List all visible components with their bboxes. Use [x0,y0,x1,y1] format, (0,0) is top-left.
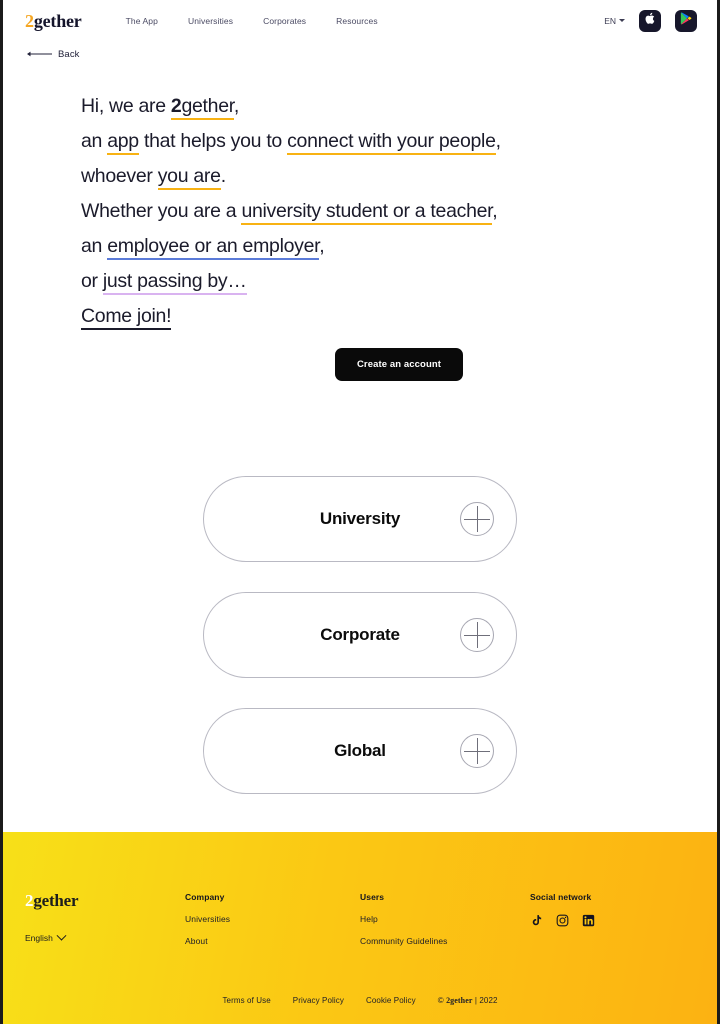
footer-column-heading: Company [185,892,225,902]
category-card-label: University [319,509,401,528]
copyright-suffix: | 2022 [472,995,498,1005]
instagram-icon[interactable] [556,914,569,927]
back-bar: Back [3,41,717,67]
hero-line-7: Come join! [81,299,717,334]
hero-line-3: whoever you are. [81,159,717,194]
category-card-label: Global [334,741,386,760]
nav-item-the-app[interactable]: The App [126,16,158,26]
hero-line-2: an app that helps you to connect with yo… [81,124,717,159]
hero-text-plain: or [81,270,103,292]
hero-text-plain: Whether you are a [81,200,242,222]
chevron-down-icon [619,19,625,22]
hero-text-plain: an [81,235,108,257]
hero-text-comma: , [233,95,239,117]
hero-highlight-university-student: university student or a teacher [241,200,493,225]
plus-icon[interactable] [460,618,494,652]
nav-item-corporates[interactable]: Corporates [263,16,306,26]
app-store-button[interactable] [639,9,661,32]
hero-highlight-passing-by: just passing by… [102,270,247,295]
plus-icon[interactable] [460,734,494,768]
nav-item-universities[interactable]: Universities [188,16,233,26]
page-root: 2gether The App Universities Corporates … [3,0,717,1024]
arrow-left-icon [25,50,53,58]
legal-link-terms-of-use[interactable]: Terms of Use [222,996,270,1005]
site-logo[interactable]: 2gether [25,12,82,30]
social-icon-row [530,914,690,927]
category-card-list: University Corporate Global [3,476,717,794]
plus-icon[interactable] [460,502,494,536]
create-account-button[interactable]: Create an account [334,348,464,381]
hero-text-plain: that helps you to [138,130,288,152]
footer-legal-bar: Terms of Use Privacy Policy Cookie Polic… [3,984,717,1024]
footer-column-users: Users Help Community Guidelines [360,892,530,984]
header-actions: EN [604,9,697,32]
hero-highlight-app: app [107,130,139,155]
hero-text-period: . [220,165,226,187]
footer-main: 2gether English Company Universities Abo… [3,832,717,984]
google-play-button[interactable] [675,9,697,32]
copyright-prefix: © [437,995,447,1005]
hero-text-plain: whoever [81,165,158,187]
footer-column-company: Company Universities About [185,892,360,984]
footer-column-heading: Social network [530,892,592,902]
category-card-university[interactable]: University [203,476,517,562]
hero-highlight-you-are: you are [157,165,221,190]
logo-word: gether [33,10,82,31]
footer-link-community-guidelines[interactable]: Community Guidelines [360,936,530,946]
hero-line-5: an employee or an employer, [81,229,717,264]
language-selector-label: EN [604,15,616,26]
footer-language-label: English [25,933,53,943]
linkedin-icon[interactable] [582,914,595,927]
footer-link-help[interactable]: Help [360,914,530,924]
back-button[interactable]: Back [25,49,80,60]
hero-text-plain: an [81,130,108,152]
hero-cta-wrap: Create an account [81,348,717,381]
hero-text-comma: , [495,130,501,152]
category-card-corporate[interactable]: Corporate [203,592,517,678]
nav-item-resources[interactable]: Resources [336,16,378,26]
category-card-global[interactable]: Global [203,708,517,794]
copyright-notice: © 2gether | 2022 [438,996,498,1005]
hero-section: Hi, we are 2gether, an app that helps yo… [3,67,717,381]
site-footer: 2gether English Company Universities Abo… [3,832,717,1024]
legal-link-cookie-policy[interactable]: Cookie Policy [366,996,416,1005]
footer-column-heading: Users [360,892,385,902]
category-card-label: Corporate [320,625,400,644]
hero-highlight-2gether-word: gether [181,95,234,120]
footer-language-selector[interactable]: English [25,930,67,943]
hero-text-comma: , [319,235,325,257]
footer-logo[interactable]: 2gether [25,892,185,909]
footer-logo-word: gether [33,891,79,910]
chevron-down-icon [56,930,67,941]
hero-highlight-come-join: Come join! [81,305,172,330]
tiktok-icon[interactable] [530,914,543,927]
footer-link-about[interactable]: About [185,936,360,946]
hero-highlight-employee: employee or an employer [107,235,320,260]
apple-icon [645,12,656,30]
site-header: 2gether The App Universities Corporates … [3,0,717,41]
copyright-brand: 2gether [446,995,473,1005]
hero-highlight-connect: connect with your people [287,130,496,155]
hero-line-6: or just passing by… [81,264,717,299]
back-button-label: Back [58,48,80,60]
hero-line-1: Hi, we are 2gether, [81,89,717,124]
main-nav: The App Universities Corporates Resource… [126,16,378,26]
legal-link-privacy-policy[interactable]: Privacy Policy [293,996,344,1005]
footer-column-social: Social network [530,892,690,984]
hero-highlight-2gether-digit: 2 [170,95,182,120]
footer-brand-column: 2gether English [25,892,185,984]
language-selector[interactable]: EN [604,16,625,26]
logo-digit: 2 [25,10,34,31]
hero-text-plain: Hi, we are [81,95,171,117]
google-play-icon [680,12,692,30]
hero-text-comma: , [492,200,498,222]
footer-link-universities[interactable]: Universities [185,914,360,924]
hero-line-4: Whether you are a university student or … [81,194,717,229]
